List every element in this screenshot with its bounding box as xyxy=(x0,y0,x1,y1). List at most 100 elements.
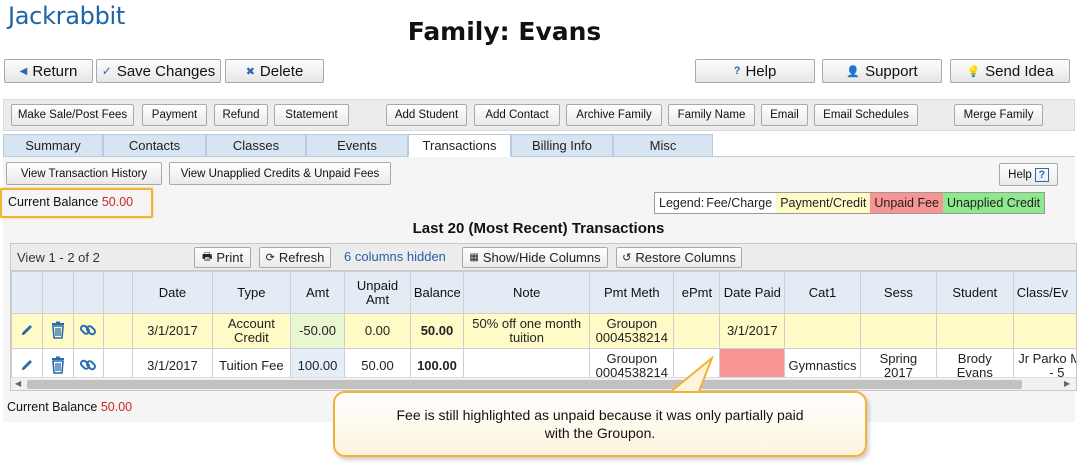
cell-unpaid-amt: 0.00 xyxy=(344,313,411,349)
col-unpaid-amt[interactable]: Unpaid Amt xyxy=(344,271,411,314)
chain-link-icon[interactable] xyxy=(79,321,97,339)
add-contact-button[interactable]: Add Contact xyxy=(474,104,560,126)
tab-events[interactable]: Events xyxy=(306,134,408,157)
send-idea-button[interactable]: 💡 Send Idea xyxy=(950,59,1070,83)
scrollbar-thumb[interactable] xyxy=(27,380,1022,389)
merge-family-button[interactable]: Merge Family xyxy=(954,104,1043,126)
email-schedules-button[interactable]: Email Schedules xyxy=(814,104,918,126)
columns-hidden-link[interactable]: 6 columns hidden xyxy=(344,249,446,264)
save-changes-button[interactable]: ✓ Save Changes xyxy=(96,59,221,83)
col-pmt-meth[interactable]: Pmt Meth xyxy=(589,271,675,314)
transactions-help-button[interactable]: Help ? xyxy=(999,163,1058,186)
restore-columns-button[interactable]: ↺ Restore Columns xyxy=(616,247,742,268)
current-balance-bottom: Current Balance 50.00 xyxy=(7,400,132,414)
scroll-right-arrow-icon[interactable]: ▶ xyxy=(1064,379,1070,388)
refresh-icon: ⟳ xyxy=(265,252,275,264)
help-button[interactable]: ? Help xyxy=(695,59,815,83)
legend-fee: Fee/Charge xyxy=(706,196,773,210)
current-balance-highlight: Current Balance 50.00 xyxy=(0,188,153,218)
col-class-ev[interactable]: Class/Ev xyxy=(1012,271,1076,314)
tab-contacts[interactable]: Contacts xyxy=(103,134,206,157)
col-cat1[interactable]: Cat1 xyxy=(784,271,861,314)
archive-family-button[interactable]: Archive Family xyxy=(566,104,662,126)
cell-balance: 50.00 xyxy=(409,313,465,349)
edit-cell xyxy=(11,313,43,349)
link-cell xyxy=(72,313,105,349)
tab-transactions[interactable]: Transactions xyxy=(408,134,511,157)
view-unapplied-credits-button[interactable]: View Unapplied Credits & Unpaid Fees xyxy=(169,162,391,185)
cell-amt: -50.00 xyxy=(289,313,346,349)
cell-pmt-meth: Groupon 0004538214 xyxy=(589,313,675,349)
trash-icon[interactable] xyxy=(50,356,66,374)
color-legend: Legend: Fee/Charge Payment/Credit Unpaid… xyxy=(654,192,1046,214)
trash-icon[interactable] xyxy=(50,321,66,339)
legend-prefix: Legend: xyxy=(659,196,705,210)
col-date-paid[interactable]: Date Paid xyxy=(719,271,786,314)
tab-classes[interactable]: Classes xyxy=(206,134,306,157)
cell-cat1 xyxy=(784,313,861,349)
scroll-left-arrow-icon[interactable]: ◀ xyxy=(15,379,21,388)
statement-button[interactable]: Statement xyxy=(274,104,349,126)
send-idea-label: Send Idea xyxy=(985,62,1054,80)
current-balance-top: Current Balance 50.00 xyxy=(8,195,133,209)
current-balance-value: 50.00 xyxy=(100,400,133,414)
pencil-edit-icon[interactable] xyxy=(20,323,34,337)
col-note[interactable]: Note xyxy=(463,271,591,314)
cell-date: 3/1/2017 xyxy=(131,313,213,349)
cell-note: 50% off one month tuition xyxy=(463,313,591,349)
return-button[interactable]: ◀ Return xyxy=(4,59,93,83)
col-student[interactable]: Student xyxy=(935,271,1014,314)
horizontal-scrollbar[interactable]: ◀ ▶ xyxy=(11,377,1076,390)
col-amt[interactable]: Amt xyxy=(289,271,346,314)
family-name-button[interactable]: Family Name xyxy=(668,104,755,126)
person-icon: 👤 xyxy=(846,65,861,78)
cell-epmt xyxy=(673,313,721,349)
show-hide-columns-label: Show/Hide Columns xyxy=(482,250,601,265)
col-epmt[interactable]: ePmt xyxy=(673,271,721,314)
save-changes-label: Save Changes xyxy=(116,62,216,80)
triangle-left-icon: ◀ xyxy=(19,65,28,77)
show-hide-columns-button[interactable]: ▦ Show/Hide Columns xyxy=(462,247,608,268)
table-header-row: Date Type Amt Unpaid Amt Balance Note Pm… xyxy=(11,271,1076,314)
tab-summary[interactable]: Summary xyxy=(3,134,103,157)
pencil-edit-icon[interactable] xyxy=(20,358,34,372)
col-delete xyxy=(41,271,74,314)
col-sess[interactable]: Sess xyxy=(859,271,937,314)
cell-type: Account Credit xyxy=(211,313,291,349)
col-date[interactable]: Date xyxy=(131,271,213,314)
delete-button[interactable]: ✖ Delete xyxy=(225,59,324,83)
cell-student xyxy=(935,313,1014,349)
tab-misc[interactable]: Misc xyxy=(613,134,713,157)
family-tabs: Summary Contacts Classes Events Transact… xyxy=(3,134,713,157)
question-icon: ? xyxy=(733,65,741,77)
legend-unpaid: Unpaid Fee xyxy=(870,193,943,213)
return-label: Return xyxy=(32,62,78,80)
page-title: Family: Evans xyxy=(407,17,602,46)
checkmark-icon: ✓ xyxy=(101,64,112,78)
transactions-grid: View 1 - 2 of 2 🖶 Print ⟳ Refresh 6 colu… xyxy=(10,243,1077,391)
refund-button[interactable]: Refund xyxy=(214,104,268,126)
col-balance[interactable]: Balance xyxy=(409,271,465,314)
view-transaction-history-button[interactable]: View Transaction History xyxy=(6,162,162,185)
print-button[interactable]: 🖶 Print xyxy=(194,247,251,268)
callout-text: Fee is still highlighted as unpaid becau… xyxy=(396,407,804,441)
cell-class-ev xyxy=(1012,313,1076,349)
restore-icon: ↺ xyxy=(622,252,632,264)
cell-date-paid: 3/1/2017 xyxy=(719,313,786,349)
legend-payment: Payment/Credit xyxy=(776,193,871,213)
refresh-button[interactable]: ⟳ Refresh xyxy=(259,247,331,268)
col-type[interactable]: Type xyxy=(211,271,291,314)
tab-billing-info[interactable]: Billing Info xyxy=(511,134,613,157)
grid-toolbar: View 1 - 2 of 2 🖶 Print ⟳ Refresh 6 colu… xyxy=(11,244,1076,271)
support-button[interactable]: 👤 Support xyxy=(822,59,942,83)
transactions-table: Date Type Amt Unpaid Amt Balance Note Pm… xyxy=(11,271,1076,384)
make-sale-post-fees-button[interactable]: Make Sale/Post Fees xyxy=(11,104,134,126)
support-label: Support xyxy=(865,62,918,80)
add-student-button[interactable]: Add Student xyxy=(386,104,467,126)
delete-cell xyxy=(41,313,74,349)
email-button[interactable]: Email xyxy=(761,104,808,126)
chain-link-icon[interactable] xyxy=(79,356,97,374)
payment-button[interactable]: Payment xyxy=(142,104,207,126)
cell-sess xyxy=(859,313,937,349)
grid-view-range: View 1 - 2 of 2 xyxy=(17,250,100,265)
